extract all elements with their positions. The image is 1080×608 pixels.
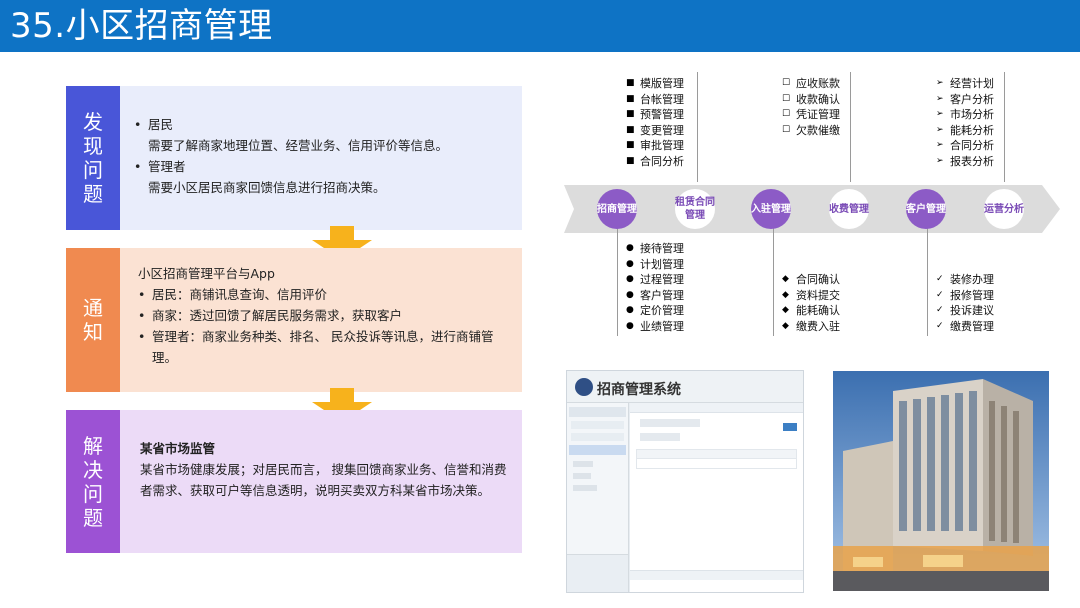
screenshot-main (630, 403, 803, 592)
screenshot-sidebar (567, 403, 629, 592)
screenshot-title: 招商管理系统 (597, 382, 681, 398)
connector-line (617, 228, 618, 336)
solution-heading: 某省市场监管 (140, 441, 216, 456)
notice-content: 小区招商管理平台与App • 居民：商铺讯息查询、信用评价 • 商家：透过回馈了解居… (120, 248, 522, 392)
problem-content: • 居民 需要了解商家地理位置、经营业务、信用评价等信息。 • 管理者 需要小区居民… (120, 86, 522, 230)
flow-node-recruit[interactable]: 招商管理 (597, 189, 637, 229)
connector-line (697, 72, 698, 182)
list-item: • 居民 (134, 117, 174, 132)
solution-block: 解决问题 某省市场监管 某省市场健康发展；对居民而言， 搜集回馈商家业务、信誉和… (66, 410, 522, 553)
list-fee-top: ☐ 应收账款 ☐ 收款确认 ☐ 凭证管理 ☐ 欠款催缴 (782, 77, 840, 137)
flow-node-fee[interactable]: 收费管理 (829, 189, 869, 229)
solution-content: 某省市场监管 某省市场健康发展；对居民而言， 搜集回馈商家业务、信誉和消费者需求… (120, 410, 522, 553)
flow-node-customer[interactable]: 客户管理 (906, 189, 946, 229)
list-item: • 管理者：商家业务种类、排名、 民众投诉等讯息，进行商铺管理。 (138, 329, 494, 365)
screenshot-header: 招商管理系统 (567, 371, 803, 403)
notice-heading: 小区招商管理平台与App (138, 266, 275, 281)
solution-text: 某省市场健康发展；对居民而言， 搜集回馈商家业务、信誉和消费者需求、获取可户等信… (140, 462, 507, 498)
list-ops-top: ➢ 经营计划 ➢ 客户分析 ➢ 市场分析 ➢ 能耗分析 ➢ 合同分析 ➢ 报表分析 (936, 77, 994, 168)
flow-node-ops[interactable]: 运营分析 (984, 189, 1024, 229)
title-bar: 35.小区招商管理 (0, 0, 1080, 52)
list-item: 需要了解商家地理位置、经营业务、信用评价等信息。 (148, 138, 449, 153)
connector-line (850, 72, 851, 182)
connector-line (773, 228, 774, 336)
list-entry-bottom: ◆ 合同确认 ◆ 资料提交 ◆ 能耗确认 ◆ 缴费入驻 (782, 273, 840, 333)
list-recruit-top: ■ 模版管理 ■ 台帐管理 ■ 预警管理 ■ 变更管理 ■ 审批管理 ■ 合同分析 (626, 77, 684, 168)
flow-node-entry[interactable]: 入驻管理 (751, 189, 791, 229)
connector-line (927, 228, 928, 336)
notice-tag: 通知 (66, 248, 120, 392)
list-customer-bottom: ✓ 装修办理 ✓ 报修管理 ✓ 投诉建议 ✓ 缴费管理 (936, 273, 994, 333)
logo-icon (575, 378, 593, 396)
notice-block: 通知 小区招商管理平台与App • 居民：商铺讯息查询、信用评价 • 商家：透过回馈… (66, 248, 522, 392)
list-item: • 商家：透过回馈了解居民服务需求，获取客户 (138, 308, 403, 323)
problem-tag: 发现问题 (66, 86, 120, 230)
flow-node-lease[interactable]: 租赁合同管理 (675, 189, 715, 229)
list-item: • 管理者 (134, 159, 186, 174)
page-title: 35.小区招商管理 (10, 6, 273, 46)
connector-line (1004, 72, 1005, 182)
building-photo (833, 371, 1049, 591)
problem-block: 发现问题 • 居民 需要了解商家地理位置、经营业务、信用评价等信息。 • 管理者 需… (66, 86, 522, 230)
list-item: 需要小区居民商家回馈信息进行招商决策。 (148, 180, 386, 195)
list-recruit-bottom: ● 接待管理 ● 计划管理 ● 过程管理 ● 客户管理 ● 定价管理 ● 业绩管理 (626, 242, 684, 333)
list-item: • 居民：商铺讯息查询、信用评价 (138, 287, 328, 302)
solution-tag: 解决问题 (66, 410, 120, 553)
system-screenshot: 招商管理系统 (566, 370, 804, 593)
